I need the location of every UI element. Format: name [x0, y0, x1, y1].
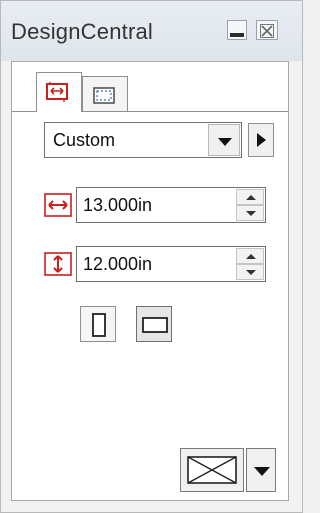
close-icon: [260, 24, 274, 38]
width-decrement-button[interactable]: [236, 205, 264, 221]
chevron-down-icon[interactable]: [208, 124, 240, 156]
landscape-button[interactable]: [136, 306, 172, 342]
page-size-preset-value: Custom: [53, 130, 116, 150]
no-border-button[interactable]: [180, 448, 244, 492]
border-dropdown-arrow[interactable]: [246, 448, 276, 492]
content-area: Custom 13.000in 12.000in: [11, 61, 289, 501]
no-border-icon: [187, 456, 237, 484]
page-border-icon: [93, 87, 115, 104]
expand-arrow-button[interactable]: [248, 123, 274, 157]
tab-page-border[interactable]: [82, 76, 128, 112]
title-bar: DesignCentral: [1, 1, 302, 61]
minimize-button[interactable]: [227, 20, 247, 40]
portrait-button[interactable]: [80, 306, 116, 342]
tab-page-size[interactable]: [36, 72, 82, 112]
width-value: 13.000in: [83, 195, 153, 215]
close-button[interactable]: [256, 20, 278, 40]
height-arrow-icon: [44, 252, 72, 276]
height-decrement-button[interactable]: [236, 264, 264, 280]
height-stepper[interactable]: 12.000in: [76, 246, 266, 282]
height-increment-button[interactable]: [236, 248, 264, 264]
width-increment-button[interactable]: [236, 189, 264, 205]
portrait-icon: [92, 313, 106, 337]
landscape-icon: [142, 317, 168, 333]
width-arrow-icon: [44, 193, 72, 217]
width-spin-buttons: [236, 189, 264, 221]
width-stepper[interactable]: 13.000in: [76, 187, 266, 223]
window-title: DesignCentral: [11, 19, 154, 44]
height-spin-buttons: [236, 248, 264, 280]
page-size-preset-dropdown[interactable]: Custom: [44, 122, 242, 158]
design-central-panel: DesignCentral Custom 13.000in 12.000in: [0, 0, 303, 513]
page-size-icon: [46, 82, 68, 102]
height-value: 12.000in: [83, 254, 153, 274]
